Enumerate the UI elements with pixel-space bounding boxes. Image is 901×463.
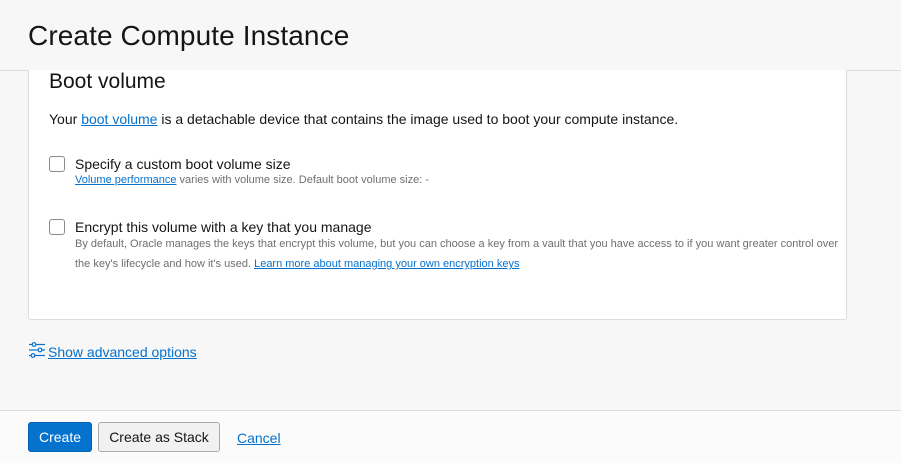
main-content: Boot volume Your boot volume is a detach… [0,70,901,410]
create-as-stack-button[interactable]: Create as Stack [98,422,220,452]
custom-size-help: Volume performance varies with volume si… [75,170,855,190]
encrypt-checkbox[interactable] [49,219,65,235]
footer-actions: Create Create as Stack Cancel [0,410,901,463]
encrypt-help: By default, Oracle manages the keys that… [75,234,855,274]
show-advanced-options[interactable]: Show advanced options [28,341,197,362]
volume-performance-link[interactable]: Volume performance [75,174,177,186]
sliders-icon [28,341,46,362]
boot-volume-card: Boot volume Your boot volume is a detach… [28,70,847,320]
intro-suffix: is a detachable device that contains the… [157,111,679,127]
cancel-link[interactable]: Cancel [237,430,281,446]
page-title: Create Compute Instance [28,20,350,51]
intro-prefix: Your [49,111,82,127]
custom-size-help-text: varies with volume size. Default boot vo… [176,174,429,186]
encryption-keys-link[interactable]: Learn more about managing your own encry… [254,258,519,270]
create-button[interactable]: Create [28,422,92,452]
custom-size-checkbox[interactable] [49,156,65,172]
boot-volume-link[interactable]: boot volume [81,111,157,127]
section-heading: Boot volume [49,70,166,93]
encrypt-label[interactable]: Encrypt this volume with a key that you … [75,219,371,235]
page-header: Create Compute Instance [0,0,901,71]
show-advanced-options-link[interactable]: Show advanced options [48,344,197,360]
boot-volume-description: Your boot volume is a detachable device … [49,111,678,127]
